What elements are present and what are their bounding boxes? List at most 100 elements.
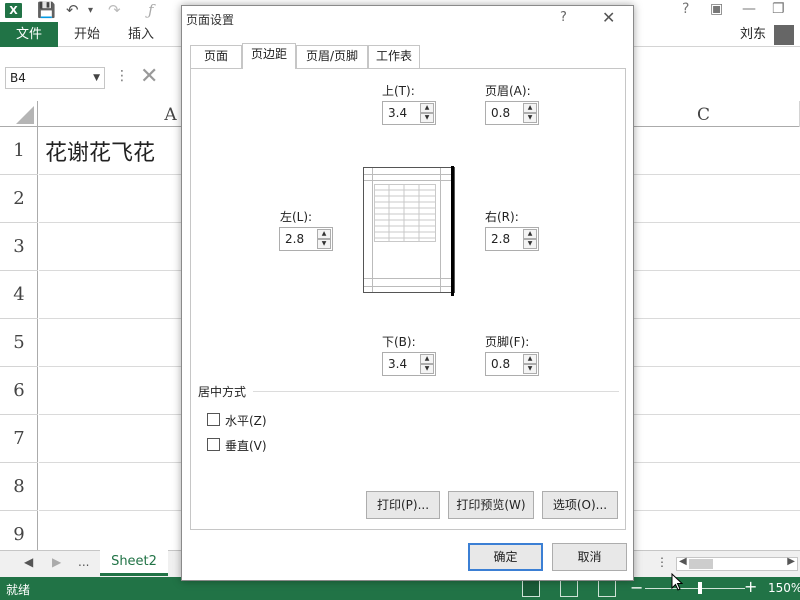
row-header[interactable]: 2 xyxy=(0,175,38,223)
tab-header-footer[interactable]: 页眉/页脚 xyxy=(296,45,368,68)
decrement-icon[interactable]: ▼ xyxy=(317,239,331,249)
cancel-button[interactable]: 取消 xyxy=(552,543,627,571)
print-preview-button[interactable]: 打印预览(W) xyxy=(448,491,534,519)
footer-margin-stepper[interactable]: 0.8 ▲ ▼ xyxy=(485,352,539,376)
row-headers: 1 2 3 4 5 6 7 8 9 xyxy=(0,127,38,559)
page-layout-view-icon[interactable] xyxy=(560,579,578,597)
right-margin-stepper[interactable]: 2.8 ▲ ▼ xyxy=(485,227,539,251)
row-header[interactable]: 3 xyxy=(0,223,38,271)
footer-margin-label: 页脚(F): xyxy=(485,335,530,349)
tab-page[interactable]: 页面 xyxy=(190,45,242,68)
center-horizontally-checkbox[interactable] xyxy=(207,413,220,426)
row-header[interactable]: 5 xyxy=(0,319,38,367)
left-margin-label: 左(L): xyxy=(280,210,313,224)
status-ready: 就绪 xyxy=(6,583,31,597)
center-vertically-label[interactable]: 垂直(V) xyxy=(225,437,267,454)
name-box-value: B4 xyxy=(10,71,26,85)
user-name[interactable]: 刘东 xyxy=(740,22,766,47)
print-button[interactable]: 打印(P)... xyxy=(366,491,440,519)
center-vertically-checkbox[interactable] xyxy=(207,438,220,451)
increment-icon[interactable]: ▲ xyxy=(420,103,434,113)
close-icon[interactable]: ✕ xyxy=(602,8,615,27)
zoom-in-icon[interactable]: + xyxy=(744,577,757,596)
row-header[interactable]: 8 xyxy=(0,463,38,511)
bottom-margin-value[interactable]: 3.4 xyxy=(388,357,407,371)
tab-sheet[interactable]: 工作表 xyxy=(368,45,420,68)
scrollbar-thumb[interactable] xyxy=(689,559,713,569)
normal-view-icon[interactable] xyxy=(522,579,540,597)
preview-line xyxy=(372,168,373,292)
select-all-button[interactable] xyxy=(0,101,38,127)
cell-a1[interactable]: 花谢花飞花 xyxy=(45,135,155,167)
help-icon[interactable]: ? xyxy=(682,1,689,17)
save-icon[interactable]: 💾 xyxy=(37,1,56,19)
decrement-icon[interactable]: ▼ xyxy=(523,239,537,249)
function-icon[interactable]: ƒ xyxy=(148,1,154,19)
horizontal-scrollbar[interactable]: ◀ ▶ xyxy=(676,556,798,571)
row-header[interactable]: 4 xyxy=(0,271,38,319)
next-sheet-icon[interactable]: ▶ xyxy=(52,555,61,569)
minimize-icon[interactable]: — xyxy=(742,1,756,17)
dialog-title: 页面设置 xyxy=(186,13,235,27)
more-icon: ⋮ xyxy=(115,68,129,84)
zoom-slider[interactable] xyxy=(645,588,745,589)
decrement-icon[interactable]: ▼ xyxy=(523,364,537,374)
file-tab[interactable]: 文件 xyxy=(0,22,58,47)
options-button[interactable]: 选项(O)... xyxy=(542,491,618,519)
decrement-icon[interactable]: ▼ xyxy=(420,364,434,374)
column-header-c[interactable]: C xyxy=(607,101,800,127)
tab-insert[interactable]: 插入 xyxy=(128,22,154,47)
name-box[interactable]: B4 ▼ xyxy=(5,67,105,89)
decrement-icon[interactable]: ▼ xyxy=(523,113,537,123)
increment-icon[interactable]: ▲ xyxy=(523,229,537,239)
centering-group-title: 居中方式 xyxy=(198,385,247,399)
tab-home[interactable]: 开始 xyxy=(74,22,100,47)
chevron-down-icon[interactable]: ▼ xyxy=(93,68,100,88)
decrement-icon[interactable]: ▼ xyxy=(420,113,434,123)
footer-margin-value[interactable]: 0.8 xyxy=(491,357,510,371)
help-icon[interactable]: ? xyxy=(560,10,567,25)
tab-margins[interactable]: 页边距 xyxy=(242,43,296,69)
bottom-margin-label: 下(B): xyxy=(382,335,416,349)
page-break-view-icon[interactable] xyxy=(598,579,616,597)
bottom-margin-stepper[interactable]: 3.4 ▲ ▼ xyxy=(382,352,436,376)
top-margin-value[interactable]: 3.4 xyxy=(388,106,407,120)
more-sheets-button[interactable]: ... xyxy=(78,555,89,569)
right-margin-label: 右(R): xyxy=(485,210,519,224)
row-header[interactable]: 1 xyxy=(0,127,38,175)
header-margin-value[interactable]: 0.8 xyxy=(491,106,510,120)
row-header[interactable]: 7 xyxy=(0,415,38,463)
right-margin-value[interactable]: 2.8 xyxy=(491,232,510,246)
zoom-slider-thumb[interactable] xyxy=(698,582,702,594)
increment-icon[interactable]: ▲ xyxy=(317,229,331,239)
divider xyxy=(253,391,619,392)
preview-line xyxy=(440,168,441,292)
cancel-entry-icon[interactable]: ✕ xyxy=(140,64,158,89)
preview-table-icon xyxy=(374,184,436,242)
restore-icon[interactable]: ❐ xyxy=(772,1,785,17)
left-margin-value[interactable]: 2.8 xyxy=(285,232,304,246)
increment-icon[interactable]: ▲ xyxy=(523,354,537,364)
center-horizontally-label[interactable]: 水平(Z) xyxy=(225,412,267,429)
undo-dropdown-icon[interactable]: ▾ xyxy=(88,5,93,16)
prev-sheet-icon[interactable]: ◀ xyxy=(24,555,33,569)
top-margin-stepper[interactable]: 3.4 ▲ ▼ xyxy=(382,101,436,125)
ribbon-display-icon[interactable]: ▣ xyxy=(710,1,723,17)
row-header[interactable]: 6 xyxy=(0,367,38,415)
zoom-level[interactable]: 150% xyxy=(768,581,800,595)
scroll-left-icon[interactable]: ◀ xyxy=(679,556,687,567)
stepper-buttons: ▲ ▼ xyxy=(523,354,537,374)
scroll-right-icon[interactable]: ▶ xyxy=(787,556,795,567)
undo-icon[interactable]: ↶ xyxy=(66,1,79,19)
ok-button[interactable]: 确定 xyxy=(468,543,543,571)
avatar[interactable] xyxy=(774,25,794,45)
margins-panel: 上(T): 3.4 ▲ ▼ 页眉(A): 0.8 ▲ ▼ 左(L): 2.8 ▲… xyxy=(190,68,626,530)
sheet-tab-sheet2[interactable]: Sheet2 xyxy=(100,550,168,576)
header-margin-stepper[interactable]: 0.8 ▲ ▼ xyxy=(485,101,539,125)
top-margin-label: 上(T): xyxy=(382,84,415,98)
left-margin-stepper[interactable]: 2.8 ▲ ▼ xyxy=(279,227,333,251)
redo-icon[interactable]: ↷ xyxy=(108,1,121,19)
increment-icon[interactable]: ▲ xyxy=(523,103,537,113)
increment-icon[interactable]: ▲ xyxy=(420,354,434,364)
margin-preview xyxy=(363,166,455,296)
